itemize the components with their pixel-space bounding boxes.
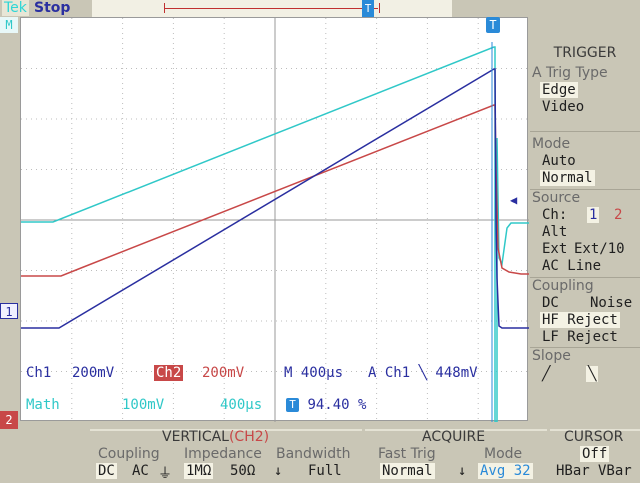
slope-heading: Slope [532,348,571,364]
bandwidth-arrow-icon: ↓ [274,463,283,479]
coupling-noise[interactable]: Noise [588,295,634,311]
coupling-dc[interactable]: DC [540,295,561,311]
source-ext[interactable]: Ext [540,241,569,257]
ch2-ground-marker: 2 [0,411,18,429]
math-readout-time: 400µs [220,397,263,413]
coupling-hf-reject[interactable]: HF Reject [540,312,620,328]
vcoupling-ac[interactable]: AC [130,463,151,479]
ch1-ground-marker: 1 [0,303,18,319]
fasttrig-value[interactable]: Normal [380,463,435,479]
slope-falling-icon[interactable]: ╲ [586,366,599,382]
ch1-readout-label: Ch1 [26,365,52,381]
run-state-label: Stop [34,0,71,16]
trig-type-heading: A Trig Type [532,65,608,81]
coupling-label: Coupling [98,446,160,462]
source-alt[interactable]: Alt [540,224,569,240]
trigger-position-readout: T 94.40 % [286,397,366,413]
graticule-svg [21,18,529,423]
vcoupling-gnd-icon[interactable]: ⏚ [156,463,174,483]
source-ext10[interactable]: Ext/10 [572,241,627,257]
math-marker: M [0,17,18,33]
acquire-menu-title: ACQUIRE [422,429,486,445]
coupling-lf-reject[interactable]: LF Reject [540,329,620,345]
trigger-level-arrow-icon: ◀ [510,193,518,207]
trig-type-edge[interactable]: Edge [540,82,578,98]
cursor-menu-title: CURSOR [564,429,624,445]
acq-mode-value[interactable]: Avg 32 [478,463,533,479]
trig-type-video[interactable]: Video [540,99,586,115]
source-ch-label: Ch: [542,207,568,223]
mode-normal[interactable]: Normal [540,170,595,186]
slope-rising-icon[interactable]: ╱ [540,366,552,382]
cursor-vbar[interactable]: VBar [596,463,634,479]
timebase-readout: M 400µs [284,365,344,381]
record-window [164,3,380,13]
vertical-channel: (CH2) [228,429,270,445]
bandwidth-value[interactable]: Full [306,463,344,479]
vcoupling-dc[interactable]: DC [96,463,117,479]
coupling-heading: Coupling [532,278,594,294]
vertical-menu-title: VERTICAL(CH2) [162,429,270,445]
ch2-readout-label: Ch2 [154,365,184,381]
source-heading: Source [532,190,581,206]
source-ch2[interactable]: 2 [612,207,624,223]
cursor-off[interactable]: Off [580,446,610,462]
record-position-bar: T [92,0,452,17]
impedance-1m[interactable]: 1MΩ [184,463,214,479]
ch2-readout-scale: 200mV [202,365,245,381]
math-readout-scale: 100mV [122,397,165,413]
ch1-readout-scale: 200mV [72,365,115,381]
mode-auto[interactable]: Auto [540,153,578,169]
cursor-hbar[interactable]: HBar [554,463,592,479]
trigger-point-icon: T [486,17,500,33]
acq-mode-label: Mode [484,446,523,462]
trigger-position-value: 94.40 % [307,397,367,413]
fasttrig-label: Fast Trig [378,446,436,462]
math-readout-label: Math [26,397,60,413]
waveform-display [20,17,529,423]
mode-heading: Mode [532,136,571,152]
impedance-50[interactable]: 50Ω [228,463,257,479]
source-acline[interactable]: AC Line [540,258,603,274]
trigger-position-icon: T [362,0,374,17]
trigger-t-icon: T [286,398,299,412]
trigger-readout: A Ch1 ╲ 448mV [368,365,478,381]
trigger-menu-title: TRIGGER [553,45,617,61]
source-ch1[interactable]: 1 [587,207,600,223]
impedance-label: Impedance [184,446,262,462]
acquire-arrow-icon: ↓ [458,463,467,479]
bandwidth-label: Bandwidth [276,446,351,462]
brand-label: Tek [2,0,29,16]
